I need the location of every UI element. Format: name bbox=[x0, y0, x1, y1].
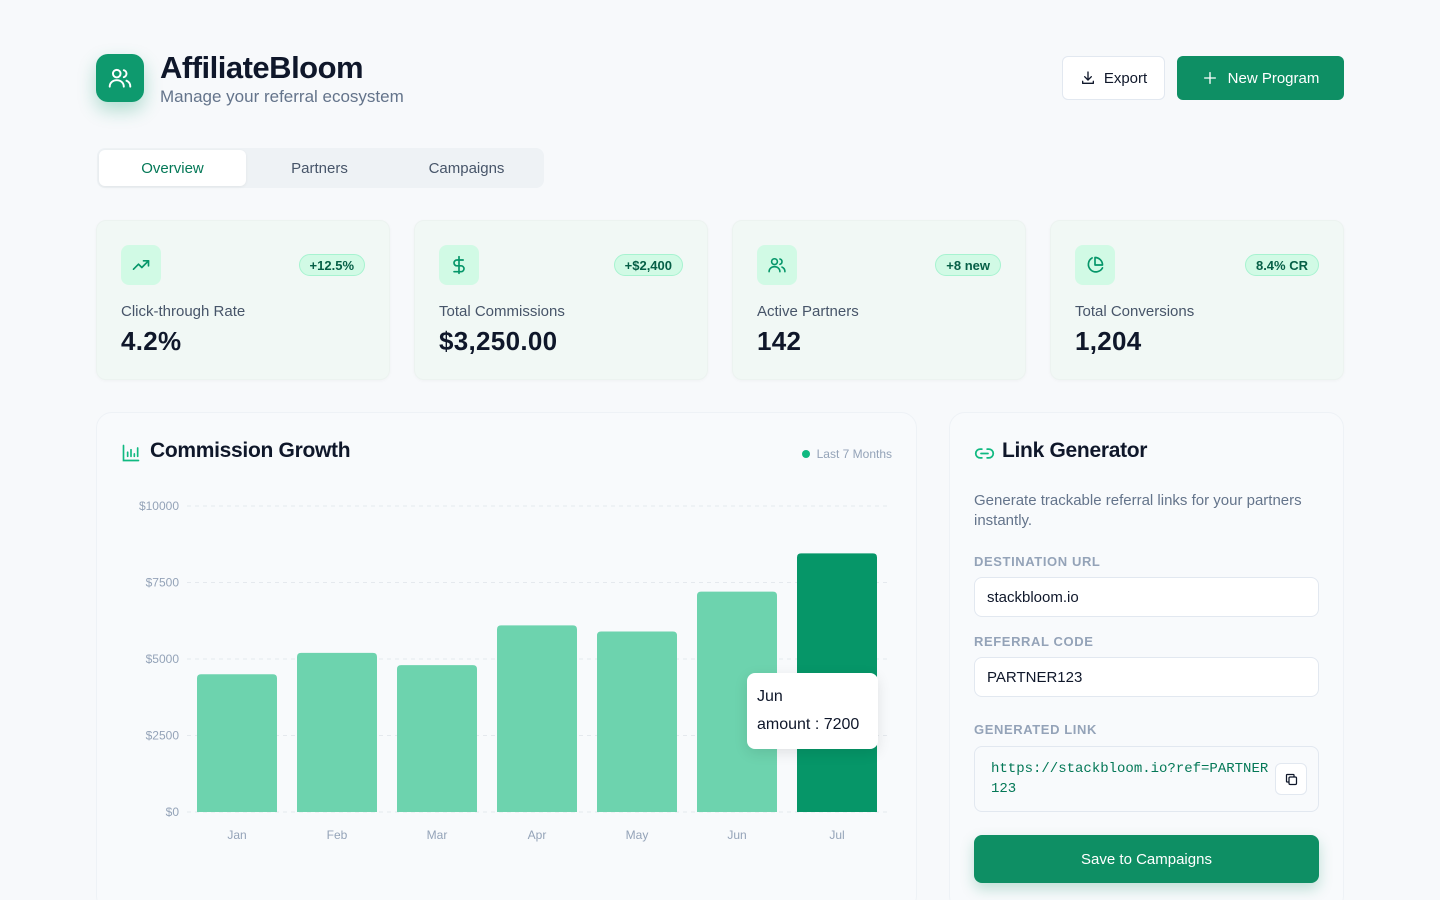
stat-card-commissions: +$2,400 Total Commissions $3,250.00 bbox=[414, 220, 708, 380]
stat-label: Active Partners bbox=[757, 303, 859, 320]
app-title: AffiliateBloom bbox=[160, 50, 364, 85]
generated-link-label: GENERATED LINK bbox=[974, 722, 1097, 737]
trending-up-icon bbox=[121, 245, 161, 285]
download-icon bbox=[1081, 71, 1094, 84]
plus-icon bbox=[1203, 72, 1216, 84]
app-subtitle: Manage your referral ecosystem bbox=[160, 87, 404, 106]
stat-card-partners: +8 new Active Partners 142 bbox=[732, 220, 1026, 380]
generated-link-box: https://stackbloom.io?ref=PARTNER123 bbox=[974, 746, 1319, 812]
y-tick-label: $10000 bbox=[139, 499, 179, 513]
bar-apr bbox=[497, 625, 577, 812]
copy-link-button[interactable] bbox=[1275, 763, 1307, 795]
y-tick-label: $7500 bbox=[146, 576, 180, 590]
stat-badge: +8 new bbox=[935, 254, 1001, 276]
destination-url-label: DESTINATION URL bbox=[974, 554, 1101, 569]
stat-label: Total Conversions bbox=[1075, 303, 1195, 320]
bar-feb bbox=[297, 652, 377, 812]
dollar-icon bbox=[439, 245, 479, 285]
app-logo-icon bbox=[96, 54, 144, 102]
stat-value: 1,204 bbox=[1075, 326, 1142, 356]
tab-overview[interactable]: Overview bbox=[99, 150, 246, 186]
y-tick-label: $2500 bbox=[146, 729, 180, 743]
export-button[interactable]: Export bbox=[1062, 56, 1165, 100]
stat-label: Click-through Rate bbox=[121, 303, 246, 320]
x-tick-label: May bbox=[626, 828, 649, 842]
chart-tooltip: Jun amount : 7200 bbox=[747, 673, 878, 749]
export-label: Export bbox=[1103, 69, 1148, 87]
x-tick-label: Jun bbox=[727, 828, 746, 842]
tooltip-value: amount : 7200 bbox=[757, 716, 860, 733]
y-tick-label: $0 bbox=[166, 805, 180, 819]
bar-mar bbox=[397, 665, 477, 812]
stat-badge: +$2,400 bbox=[613, 254, 683, 276]
commission-growth-panel: Commission Growth Last 7 Months $0 $2500 $… bbox=[96, 412, 917, 900]
stat-value: 142 bbox=[757, 326, 802, 356]
stat-card-ctr: +12.5% Click-through Rate 4.2% bbox=[96, 220, 390, 380]
save-to-campaigns-button[interactable]: Save to Campaigns bbox=[974, 835, 1319, 883]
tooltip-title: Jun bbox=[757, 688, 783, 705]
pie-chart-icon bbox=[1075, 245, 1115, 285]
new-program-button[interactable]: New Program bbox=[1177, 56, 1344, 100]
stat-badge: 8.4% CR bbox=[1244, 254, 1319, 276]
x-tick-label: Jul bbox=[829, 828, 844, 842]
link-icon bbox=[974, 448, 995, 459]
link-generator-title: Link Generator bbox=[1002, 439, 1148, 462]
link-generator-description: Generate trackable referral links for yo… bbox=[974, 492, 1302, 529]
link-generator-panel: Link Generator Generate trackable referr… bbox=[949, 412, 1344, 900]
stat-value: 4.2% bbox=[121, 326, 182, 356]
bar-may bbox=[597, 631, 677, 812]
stat-badge: +12.5% bbox=[298, 254, 365, 276]
stat-label: Total Commissions bbox=[439, 303, 565, 320]
referral-code-input[interactable] bbox=[974, 657, 1319, 697]
tab-campaigns[interactable]: Campaigns bbox=[393, 150, 540, 186]
x-tick-label: Mar bbox=[427, 828, 448, 842]
stat-cards: +12.5% Click-through Rate 4.2% +$2,400 T… bbox=[96, 220, 1344, 380]
commission-chart: $0 $2500 $5000 $7500 $10000 Jan Feb Mar Apr May Ju… bbox=[139, 499, 887, 842]
destination-url-input[interactable] bbox=[974, 577, 1319, 617]
x-tick-label: Jan bbox=[227, 828, 246, 842]
stat-value: $3,250.00 bbox=[439, 326, 558, 356]
copy-icon bbox=[1285, 773, 1297, 785]
main-tabs: Overview Partners Campaigns bbox=[97, 148, 544, 188]
generated-link-text[interactable]: https://stackbloom.io?ref=PARTNER123 bbox=[991, 759, 1273, 799]
x-tick-label: Feb bbox=[327, 828, 348, 842]
x-tick-label: Apr bbox=[528, 828, 547, 842]
bar-jan bbox=[197, 674, 277, 812]
stat-card-conversions: 8.4% CR Total Conversions 1,204 bbox=[1050, 220, 1344, 380]
referral-code-label: REFERRAL CODE bbox=[974, 634, 1094, 649]
y-tick-label: $5000 bbox=[146, 652, 180, 666]
users-icon bbox=[757, 245, 797, 285]
app-header: AffiliateBloom Manage your referral ecos… bbox=[96, 50, 1344, 114]
tab-partners[interactable]: Partners bbox=[246, 150, 393, 186]
new-program-label: New Program bbox=[1227, 69, 1320, 87]
